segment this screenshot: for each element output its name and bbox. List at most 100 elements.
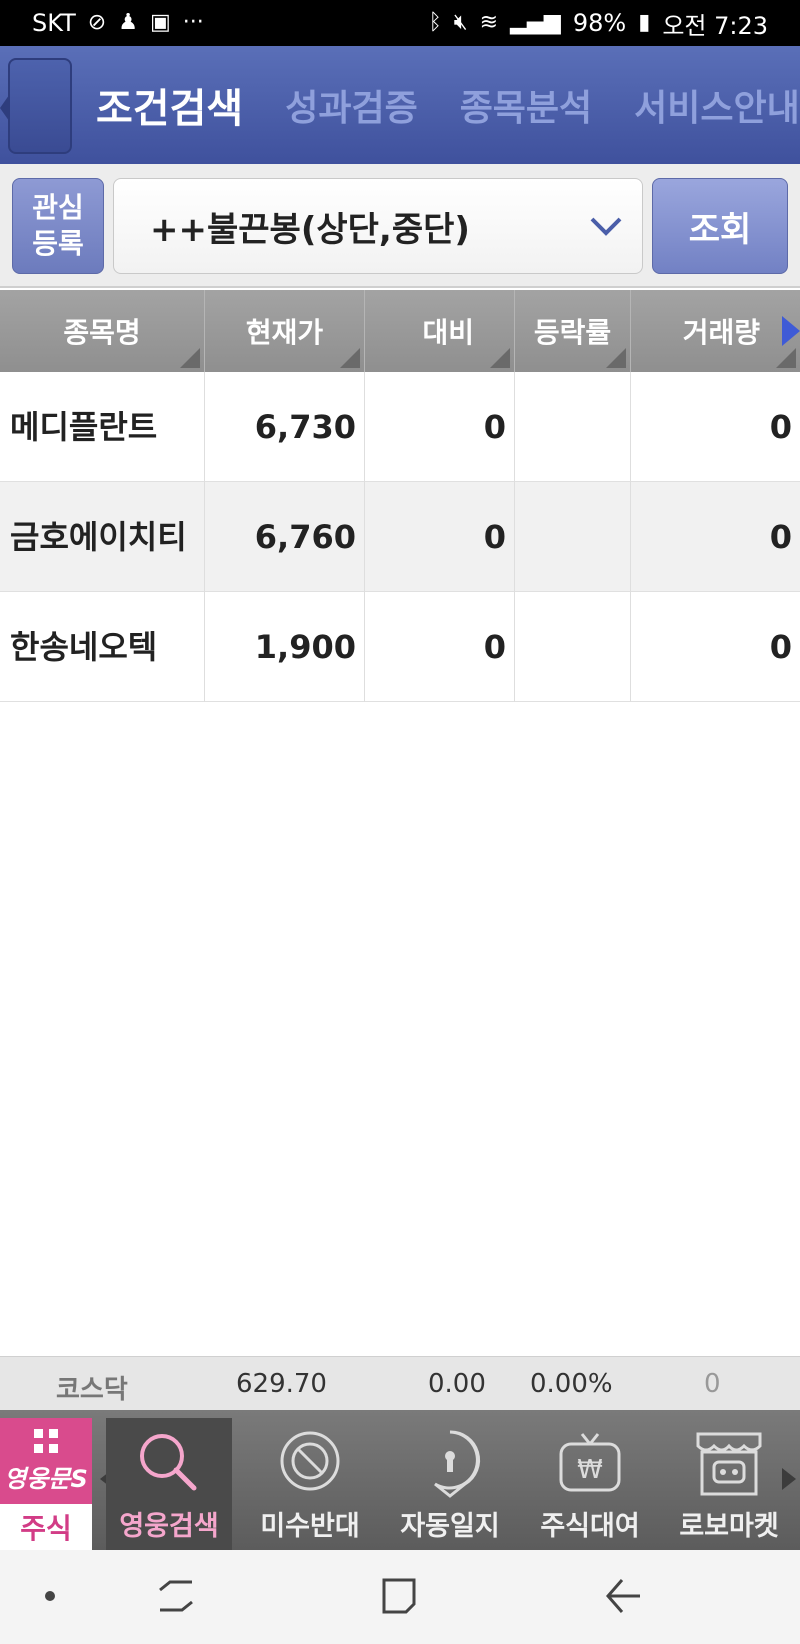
top-tab-header: 조건검색 성과검증 종목분석 서비스안내 — [0, 46, 800, 164]
back-icon[interactable] — [604, 1576, 644, 1616]
menu-stock-lending[interactable]: ₩ 주식대여 — [522, 1418, 658, 1550]
tab-bar: 조건검색 성과검증 종목분석 서비스안내 — [96, 46, 800, 164]
market-index-bar[interactable]: 코스닥 629.70 0.00 0.00% 0 — [0, 1356, 800, 1410]
index-rate: 0.00% — [530, 1369, 613, 1399]
stock-change: 0 — [365, 482, 515, 592]
condition-search-bar: 관심 등록 ++불끈봉(상단,중단) 조회 — [0, 164, 800, 288]
stock-name: 금호에이치티 — [0, 482, 205, 592]
more-icon: ··· — [182, 10, 204, 35]
menu-label: 주식대여 — [540, 1511, 640, 1542]
column-header-change[interactable]: 대비 — [365, 290, 515, 372]
menu-label: 로보마켓 — [679, 1511, 779, 1542]
sort-corner-icon — [776, 348, 796, 368]
mute-icon: 🔇︎ — [453, 10, 468, 35]
tab-performance[interactable]: 성과검증 — [285, 79, 417, 131]
menu-hero-search[interactable]: 영웅검색 — [106, 1418, 232, 1550]
keyhole-bubble-icon — [434, 1430, 481, 1498]
stock-change: 0 — [365, 592, 515, 702]
column-header-rate[interactable]: 등락률 — [515, 290, 631, 372]
brand-label: 주식 — [0, 1504, 92, 1550]
stock-price: 1,900 — [205, 592, 365, 702]
bluetooth-icon: ᛒ — [428, 10, 442, 35]
search-icon — [140, 1434, 197, 1491]
stock-rate — [515, 482, 631, 592]
add-interest-button[interactable]: 관심 등록 — [12, 178, 104, 274]
status-bar: SKT ⊘ ♟ ▣ ··· ᛒ 🔇︎ ≋ ▂▄▆ 98% ▮ 오전 7:23 — [0, 0, 800, 46]
add-interest-label-1: 관심 — [32, 191, 84, 224]
menu-label: 영웅검색 — [119, 1511, 219, 1542]
menu-label: 미수반대 — [260, 1511, 360, 1542]
index-value: 629.70 — [236, 1369, 327, 1399]
tab-service-info[interactable]: 서비스안내 — [634, 79, 800, 131]
table-row[interactable]: 금호에이치티 6,760 0 0 — [0, 482, 800, 592]
battery-percent: 98% — [572, 9, 627, 37]
won-tv-icon: ₩ — [559, 1433, 621, 1492]
brand-logo: 영웅문S — [0, 1418, 92, 1504]
column-header-volume[interactable]: 거래량 — [631, 290, 800, 372]
recent-apps-icon[interactable] — [156, 1576, 196, 1616]
column-header-label: 현재가 — [245, 316, 324, 349]
index-volume: 0 — [704, 1369, 721, 1399]
stock-name: 메디플란트 — [0, 372, 205, 482]
sort-corner-icon — [180, 348, 200, 368]
index-change: 0.00 — [428, 1369, 486, 1399]
menu-margin-opposite[interactable]: 미수반대 — [244, 1418, 376, 1550]
sort-corner-icon — [340, 348, 360, 368]
menu-auto-journal[interactable]: 자동일지 — [384, 1418, 516, 1550]
menu-robo-market[interactable]: 로보마켓 — [664, 1418, 794, 1550]
stock-rate — [515, 592, 631, 702]
scroll-right-arrow-icon[interactable] — [782, 316, 800, 346]
stock-name: 한송네오텍 — [0, 592, 205, 702]
tab-stock-analysis[interactable]: 종목분석 — [460, 79, 592, 131]
table-row[interactable]: 한송네오텍 1,900 0 0 — [0, 592, 800, 702]
index-name: 코스닥 — [56, 1375, 128, 1405]
results-table: 종목명 현재가 대비 등락률 거래량 메디플란트 6,730 0 0 금호에이치… — [0, 290, 800, 702]
stock-price: 6,760 — [205, 482, 365, 592]
table-header: 종목명 현재가 대비 등락률 거래량 — [0, 290, 800, 372]
stock-rate — [515, 372, 631, 482]
table-row[interactable]: 메디플란트 6,730 0 0 — [0, 372, 800, 482]
nav-dot-icon[interactable] — [42, 1588, 58, 1604]
status-left: SKT ⊘ ♟ ▣ ··· — [32, 9, 204, 37]
column-header-label: 대비 — [422, 316, 474, 349]
status-right: ᛒ 🔇︎ ≋ ▂▄▆ 98% ▮ 오전 7:23 — [429, 6, 768, 41]
query-button[interactable]: 조회 — [652, 178, 788, 274]
system-nav-bar — [0, 1550, 800, 1644]
brand-logo-text: 영웅문S — [4, 1464, 88, 1493]
clock: 오전 7:23 — [662, 11, 768, 40]
chevron-down-icon — [590, 217, 622, 236]
side-menu-tab-shape — [8, 58, 72, 154]
carrier-label: SKT — [32, 9, 76, 37]
notification-icon: ♟ — [118, 10, 138, 35]
add-interest-label-2: 등록 — [32, 227, 84, 260]
brand-menu-button[interactable]: 영웅문S 주식 — [0, 1418, 92, 1550]
signal-icon: ▂▄▆ — [510, 10, 561, 35]
svg-text:₩: ₩ — [577, 1455, 603, 1485]
menu-scroll-right-icon[interactable] — [782, 1468, 796, 1490]
column-header-price[interactable]: 현재가 — [205, 290, 365, 372]
wifi-icon: ≋ — [479, 10, 499, 35]
battery-icon: ▮ — [638, 10, 651, 35]
robot-store-icon — [696, 1432, 762, 1496]
stock-volume: 0 — [769, 408, 792, 446]
stock-volume: 0 — [769, 628, 792, 666]
prohibit-icon — [280, 1431, 340, 1491]
side-menu-tab[interactable] — [0, 58, 76, 158]
bottom-menu: 영웅문S 주식 영웅검색 미수반대 자동일지 ₩ 주식대여 로보마켓 — [0, 1410, 800, 1550]
gallery-icon: ▣ — [149, 10, 171, 35]
column-header-label: 거래량 — [682, 316, 760, 349]
condition-select-value: ++불끈봉(상단,중단) — [150, 209, 470, 250]
home-icon[interactable] — [380, 1574, 420, 1618]
tab-condition-search[interactable]: 조건검색 — [96, 76, 243, 134]
sort-corner-icon — [490, 348, 510, 368]
volte-icon: ⊘ — [87, 10, 107, 35]
sort-corner-icon — [606, 348, 626, 368]
column-header-name[interactable]: 종목명 — [0, 290, 205, 372]
condition-select[interactable]: ++불끈봉(상단,중단) — [113, 178, 643, 274]
stock-price: 6,730 — [205, 372, 365, 482]
grid-icon — [34, 1428, 58, 1453]
column-header-label: 등락률 — [533, 316, 612, 349]
menu-label: 자동일지 — [400, 1511, 500, 1542]
stock-change: 0 — [365, 372, 515, 482]
column-header-label: 종목명 — [63, 316, 141, 349]
